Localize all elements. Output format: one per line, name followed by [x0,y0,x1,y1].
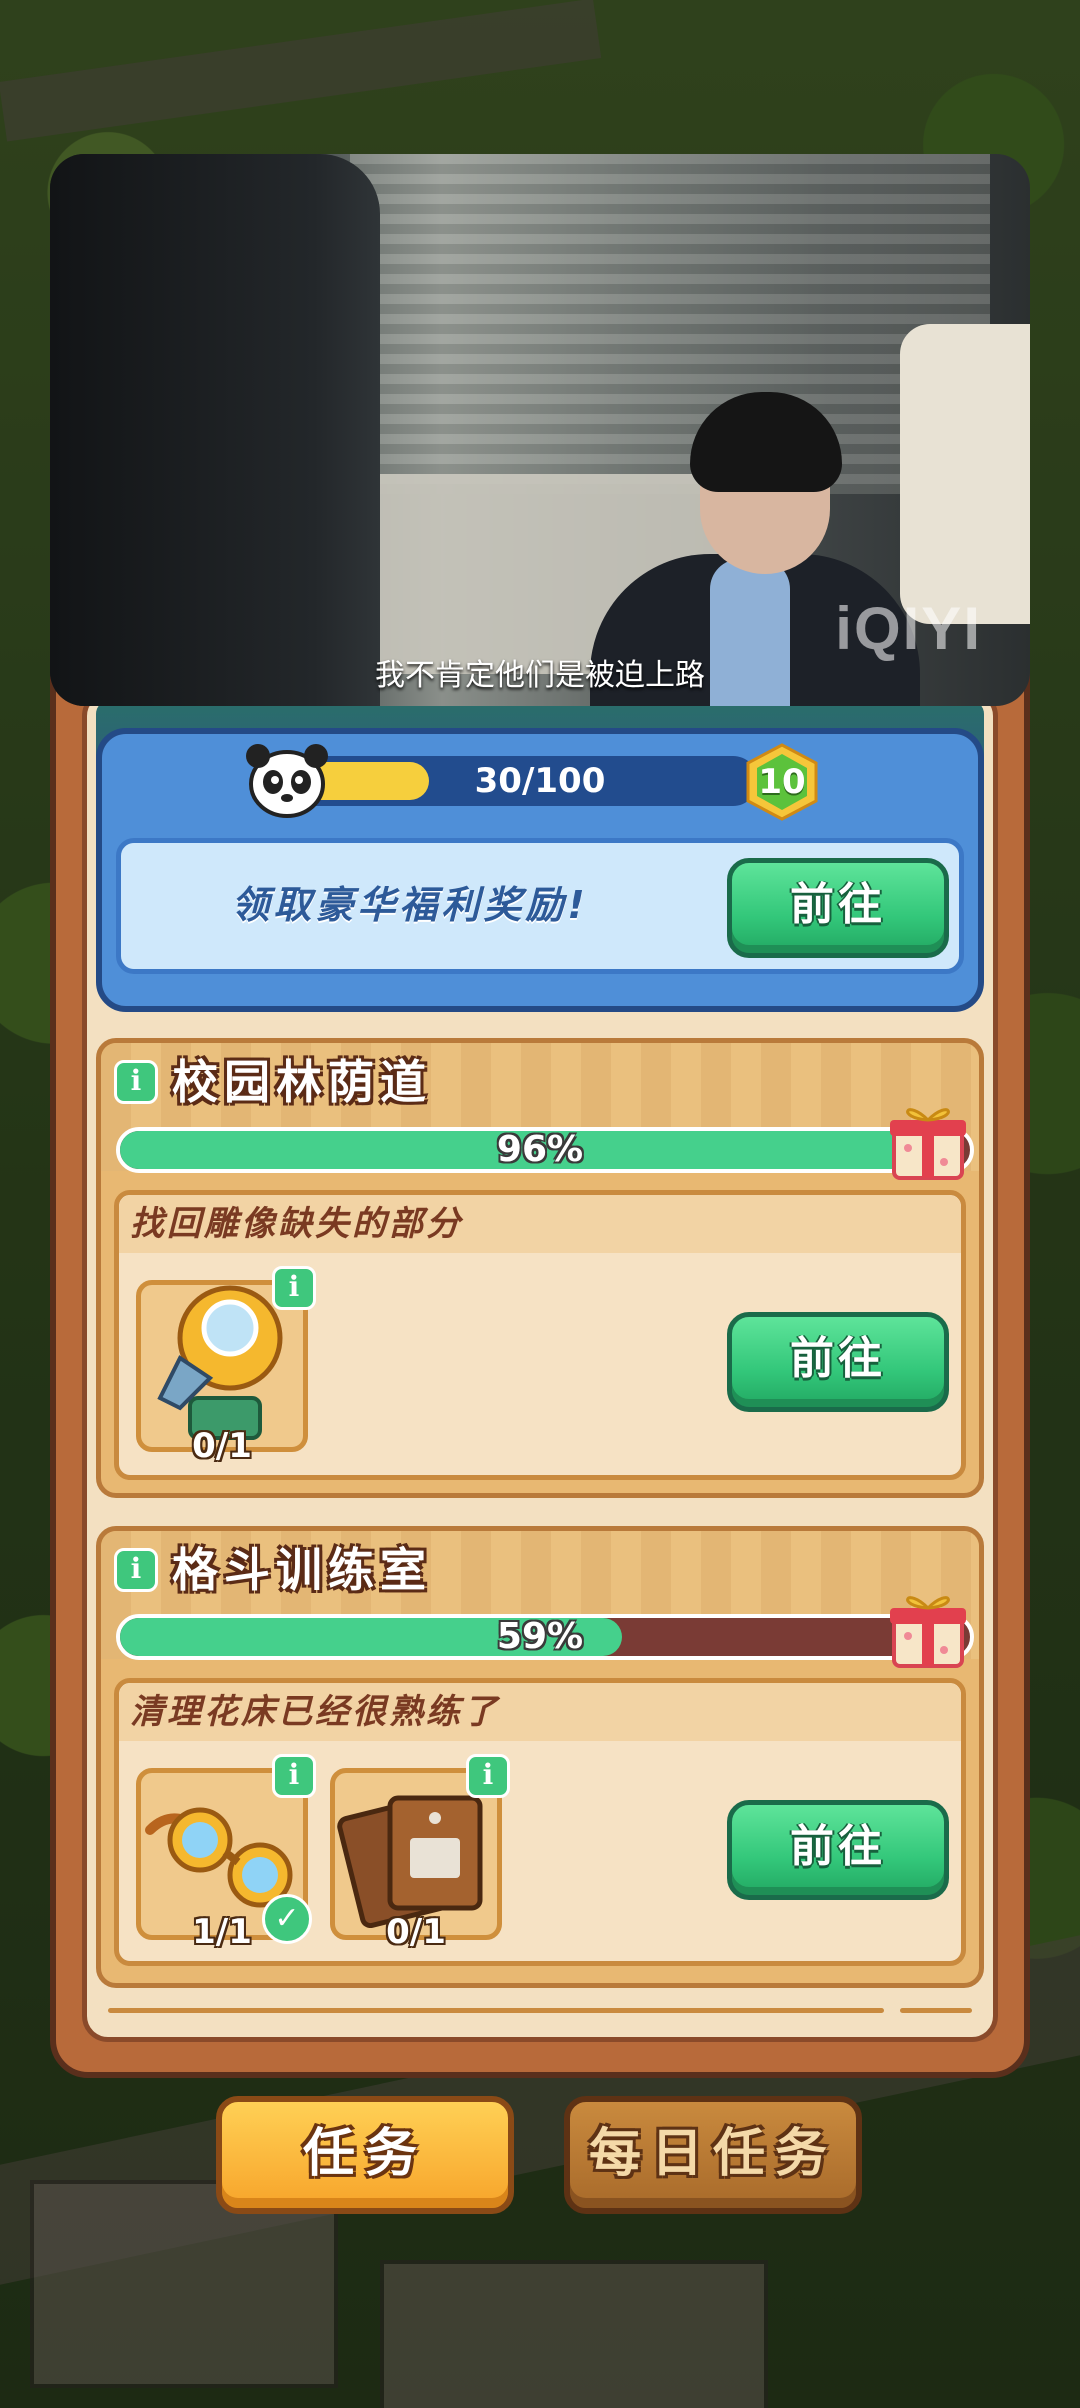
video-foreground-figure [50,154,380,706]
reward-text: 领取豪华福利奖励! [231,883,589,927]
panda-avatar-icon [246,744,328,818]
item-info-icon[interactable]: i [272,1266,316,1310]
task-description: 找回雕像缺失的部分 [130,1204,463,1244]
level-number: 10 [758,762,806,802]
item-count: 0/1 [386,1912,446,1952]
reward-go-button[interactable]: 前往 [727,858,949,958]
list-end-divider [900,2008,972,2013]
video-background-blinds [350,154,990,494]
item-info-icon[interactable]: i [272,1754,316,1798]
zone-go-button[interactable]: 前往 [727,1800,949,1900]
gift-box-icon[interactable] [886,1092,970,1182]
zone-progress-text: 96% [496,1129,584,1170]
zone-progress-text: 59% [496,1616,584,1657]
zone-title: 校园林荫道 [172,1055,432,1109]
leather-bag-icon [337,1795,483,1928]
video-subtitle: 我不肯定他们是被迫上路 [375,658,705,693]
video-overlay[interactable]: iQIYI 我不肯定他们是被迫上路 [50,154,1030,706]
item-info-icon[interactable]: i [466,1754,510,1798]
completed-check-icon: ✓ [262,1894,312,1944]
zone-title: 格斗训练室 [172,1543,432,1597]
level-progress-text: 30/100 [474,761,606,801]
info-icon[interactable]: i [114,1548,158,1592]
zone-go-button[interactable]: 前往 [727,1312,949,1412]
video-chair [900,324,1030,624]
item-count: 0/1 [192,1426,252,1466]
tab-tasks[interactable]: 任务 [216,2096,514,2214]
list-end-divider [108,2008,884,2013]
task-description: 清理花床已经很熟练了 [130,1692,500,1732]
tab-daily-tasks[interactable]: 每日任务 [564,2096,862,2214]
gift-box-icon[interactable] [886,1580,970,1670]
info-icon[interactable]: i [114,1060,158,1104]
